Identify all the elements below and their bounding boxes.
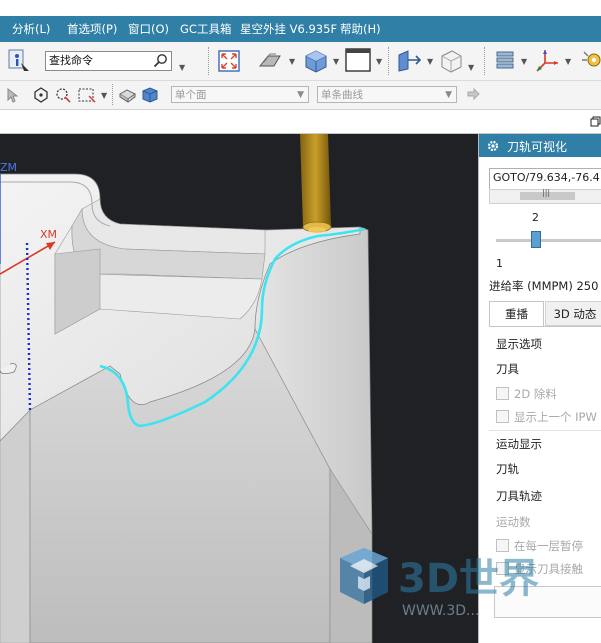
- section-divider: [489, 430, 601, 431]
- chevron-down-icon[interactable]: ▼: [521, 57, 527, 66]
- chevron-down-icon[interactable]: ▼: [333, 57, 339, 66]
- wcs-icon[interactable]: [533, 47, 561, 78]
- info-icon[interactable]: [8, 49, 30, 76]
- part-model-rendering: XM ZM: [0, 134, 373, 643]
- menu-xingkong-plugin[interactable]: 星空外挂 V6.935F: [240, 21, 337, 37]
- menu-window[interactable]: 窗口(O): [128, 21, 169, 37]
- rectangle-select-icon[interactable]: [77, 86, 97, 107]
- toolpath-visualization-panel: 刀轨可视化 GOTO/79.634,-76.4 ||| 2 1 进给率 (MMP…: [478, 134, 601, 643]
- arrow-right-icon[interactable]: [466, 87, 480, 104]
- menu-analysis[interactable]: 分析(L): [12, 21, 50, 37]
- panel-tabs: 重播 3D 动态: [489, 301, 601, 326]
- pause-each-layer-label: 在每一层暂停: [514, 539, 583, 553]
- chevron-down-icon[interactable]: ▼: [289, 57, 295, 66]
- gear-icon[interactable]: [486, 139, 500, 156]
- tab-replay[interactable]: 重播: [489, 301, 544, 326]
- slider-min-label: 1: [496, 257, 503, 270]
- feed-rate-label: 进给率 (MMPM) 250: [489, 279, 599, 293]
- zm-axis-label: ZM: [0, 161, 17, 174]
- snap-point-icon[interactable]: [32, 86, 50, 107]
- chevron-down-icon[interactable]: ▼: [468, 63, 474, 72]
- show-prev-ipw-checkbox[interactable]: [496, 410, 509, 423]
- panel-title: 刀轨可视化: [507, 140, 568, 154]
- toolbar-separator: [388, 47, 389, 75]
- curve-rule-dropdown[interactable]: 单条曲线 ▼: [317, 86, 457, 103]
- command-prompt-strip: [0, 110, 601, 134]
- toolbar-separator: [208, 47, 209, 75]
- panel-header: 刀轨可视化: [479, 134, 601, 157]
- display-options-heading: 显示选项: [496, 337, 542, 351]
- select-mode-icon[interactable]: [5, 86, 23, 107]
- tab-3d-dynamic[interactable]: 3D 动态: [545, 301, 601, 326]
- layer-settings-icon[interactable]: [492, 49, 518, 76]
- command-search-box[interactable]: [45, 51, 172, 71]
- wireframe-box-icon[interactable]: [438, 48, 464, 77]
- animation-speed-slider-thumb[interactable]: [531, 231, 541, 248]
- chevron-down-icon[interactable]: ▼: [565, 57, 571, 66]
- menu-bar: 分析(L) 首选项(P) 窗口(O) GC工具箱 星空外挂 V6.935F 帮助…: [0, 16, 601, 42]
- face-filter-dropdown[interactable]: 单个面 ▼: [171, 86, 309, 103]
- motion-count-heading: 运动数: [496, 515, 531, 529]
- show-tool-contact-checkbox[interactable]: [496, 562, 509, 575]
- snap-center-icon[interactable]: [54, 86, 72, 107]
- chevron-down-icon[interactable]: ▼: [297, 87, 304, 104]
- toolpath-display-label[interactable]: 刀轨: [496, 461, 519, 477]
- menu-help[interactable]: 帮助(H): [340, 21, 381, 37]
- curve-rule-value: 单条曲线: [321, 89, 363, 101]
- tool-trace-label[interactable]: 刀具轨迹: [496, 488, 542, 504]
- background-icon[interactable]: [345, 48, 371, 75]
- goto-scrollbar[interactable]: |||: [489, 188, 601, 204]
- menu-gc-toolbox[interactable]: GC工具箱: [180, 21, 231, 37]
- tool-display-label[interactable]: 刀具: [496, 361, 519, 377]
- command-search-input[interactable]: [46, 52, 149, 68]
- menu-preferences[interactable]: 首选项(P): [67, 21, 117, 37]
- panel-lower-box[interactable]: [494, 586, 601, 618]
- select-body-icon[interactable]: [140, 85, 160, 108]
- 2d-remove-label: 2D 除料: [514, 387, 557, 401]
- restore-window-icon[interactable]: [590, 116, 601, 130]
- toolbar-separator: [484, 47, 485, 75]
- pause-each-layer-checkbox[interactable]: [496, 539, 509, 552]
- graphics-viewport[interactable]: XM ZM: [0, 134, 478, 643]
- render-style-icon[interactable]: [302, 47, 330, 78]
- face-filter-value: 单个面: [175, 89, 207, 101]
- chevron-down-icon[interactable]: ▼: [179, 63, 185, 72]
- chevron-down-icon[interactable]: ▼: [101, 91, 107, 100]
- gear-icon[interactable]: [580, 46, 601, 77]
- edit-section-icon[interactable]: [396, 49, 422, 76]
- animation-speed-track[interactable]: [496, 239, 601, 242]
- xm-axis-label: XM: [40, 228, 57, 241]
- slider-value-label: 2: [532, 211, 539, 224]
- toolbar-separator: [112, 84, 113, 105]
- motion-display-heading: 运动显示: [496, 437, 542, 451]
- chevron-down-icon[interactable]: ▼: [427, 57, 433, 66]
- chevron-down-icon[interactable]: ▼: [445, 87, 452, 104]
- select-features-icon[interactable]: [118, 86, 138, 107]
- fit-view-icon[interactable]: [218, 50, 240, 75]
- chevron-down-icon[interactable]: ▼: [376, 57, 382, 66]
- 2d-remove-checkbox[interactable]: [496, 387, 509, 400]
- show-tool-contact-label: 显示刀具接触: [514, 562, 583, 576]
- view-orientation-icon[interactable]: [258, 50, 284, 75]
- cutting-tool: [300, 134, 332, 233]
- scrollbar-grip-icon: |||: [542, 188, 551, 197]
- goto-listbox[interactable]: GOTO/79.634,-76.4: [489, 168, 601, 190]
- goto-value: GOTO/79.634,-76.4: [493, 171, 600, 184]
- search-icon[interactable]: [153, 53, 168, 71]
- tab-divider: [489, 326, 601, 327]
- window-top-strip: [0, 0, 601, 16]
- show-prev-ipw-label: 显示上一个 IPW: [514, 410, 597, 424]
